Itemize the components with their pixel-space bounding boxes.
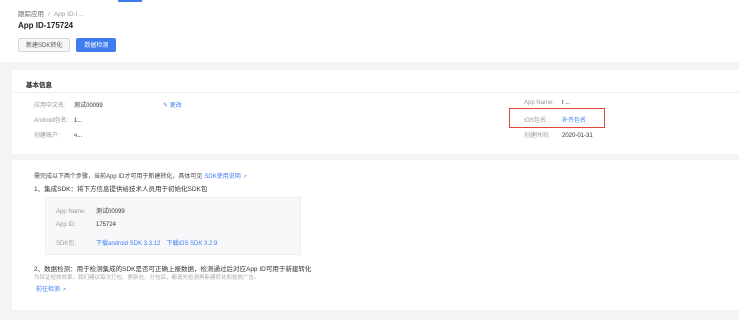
go-check-link[interactable]: 前往检测	[36, 287, 60, 293]
page-header: 跟踪应用 / App ID-l ... App ID-175724 新建SDK转化 …	[0, 0, 739, 62]
data-check-button[interactable]: 数据检测	[76, 38, 117, 52]
basic-info-title: 基本信息	[26, 82, 52, 89]
sdk-pkg-label: SDK包:	[56, 241, 77, 247]
created-time-row: 创建时间: 2020-01-31	[524, 130, 593, 139]
new-sdk-conversion-button[interactable]: 新建SDK转化	[18, 38, 71, 52]
app-name-value: t ...	[562, 100, 571, 106]
setup-steps-card: 需完成以下两个步骤，当前App ID才可用于新建转化，具体可见 SDK使用说明 ↗ …	[12, 160, 739, 310]
app-cn-name-row: 应用中文名: 测试00099	[34, 100, 103, 109]
breadcrumb-separator: /	[48, 11, 50, 18]
android-pkg-value: 1...	[74, 118, 83, 124]
breadcrumb: 跟踪应用 / App ID-l ...	[18, 8, 85, 18]
sdk-docs-link[interactable]: SDK使用说明	[204, 174, 240, 180]
steps-intro: 需完成以下两个步骤，当前App ID才可用于新建转化，具体可见 SDK使用说明 ↗	[34, 171, 247, 180]
step1-title: 1、集成SDK：将下方信息提供给技术人员用于初始化SDK包	[34, 186, 208, 193]
created-time-label: 创建时间:	[524, 133, 550, 139]
sdk-app-id-value: 175724	[96, 222, 117, 228]
ios-sdk-download-link[interactable]: 下载iOS SDK 3.2.9	[166, 241, 217, 247]
created-time-value: 2020-01-31	[562, 133, 593, 139]
sdk-download-row: SDK包: 下载android SDK 3.3.12 下载iOS SDK 3.2.9	[56, 238, 223, 247]
step2-subtext: 为保证短效效果，我们建议每次打包、更新包、分包后，都请先检测再新建转化和投放广告…	[34, 275, 260, 281]
sdk-info-box: App Name: 测试00099 App ID: 175724 SDK包: 下载an…	[45, 197, 301, 255]
sdk-app-id-row: App ID: 175724	[56, 222, 116, 228]
action-buttons: 新建SDK转化 数据检测	[18, 38, 117, 52]
creator-row: 创建账户: ч...	[34, 130, 82, 139]
edit-label: 更改	[169, 103, 182, 109]
external-link-icon: ↗	[62, 287, 67, 293]
active-tab-indicator	[118, 0, 142, 2]
app-cn-name-label: 应用中文名:	[34, 103, 66, 109]
ios-pkg-highlight-box	[509, 108, 605, 128]
step2-title: 2、数据检测：用于检测集成的SDK是否可正确上报数据，检测通过后对应App ID…	[34, 266, 312, 273]
app-cn-name-value: 测试00099	[74, 103, 103, 109]
sdk-app-name-value: 测试00099	[96, 209, 125, 215]
page-title: App ID-175724	[18, 21, 74, 30]
creator-label: 创建账户:	[34, 133, 60, 139]
go-check-row: 前往检测 ↗	[34, 284, 66, 293]
steps-intro-text: 需完成以下两个步骤，当前App ID才可用于新建转化，具体可见	[34, 174, 203, 180]
app-name-row: App Name: t ...	[524, 100, 570, 106]
sdk-app-name-row: App Name: 测试00099	[56, 206, 125, 215]
edit-icon: ✎	[163, 103, 169, 109]
basic-info-card: 基本信息 应用中文名: 测试00099 ✎ 更改 Android包名: 1... 创…	[12, 70, 739, 154]
edit-link[interactable]: ✎ 更改	[163, 100, 182, 109]
creator-value: ч...	[74, 133, 83, 139]
external-link-icon: ↗	[242, 174, 247, 180]
sdk-app-id-label: App ID:	[56, 222, 77, 228]
android-pkg-row: Android包名: 1...	[34, 115, 82, 124]
divider	[12, 92, 739, 93]
breadcrumb-current: App ID-l ...	[53, 11, 85, 18]
sdk-app-name-label: App Name:	[56, 209, 87, 215]
app-name-label: App Name:	[524, 100, 555, 106]
breadcrumb-root[interactable]: 跟踪应用	[18, 11, 44, 18]
android-pkg-label: Android包名:	[34, 118, 69, 124]
android-sdk-download-link[interactable]: 下载android SDK 3.3.12	[96, 241, 160, 247]
